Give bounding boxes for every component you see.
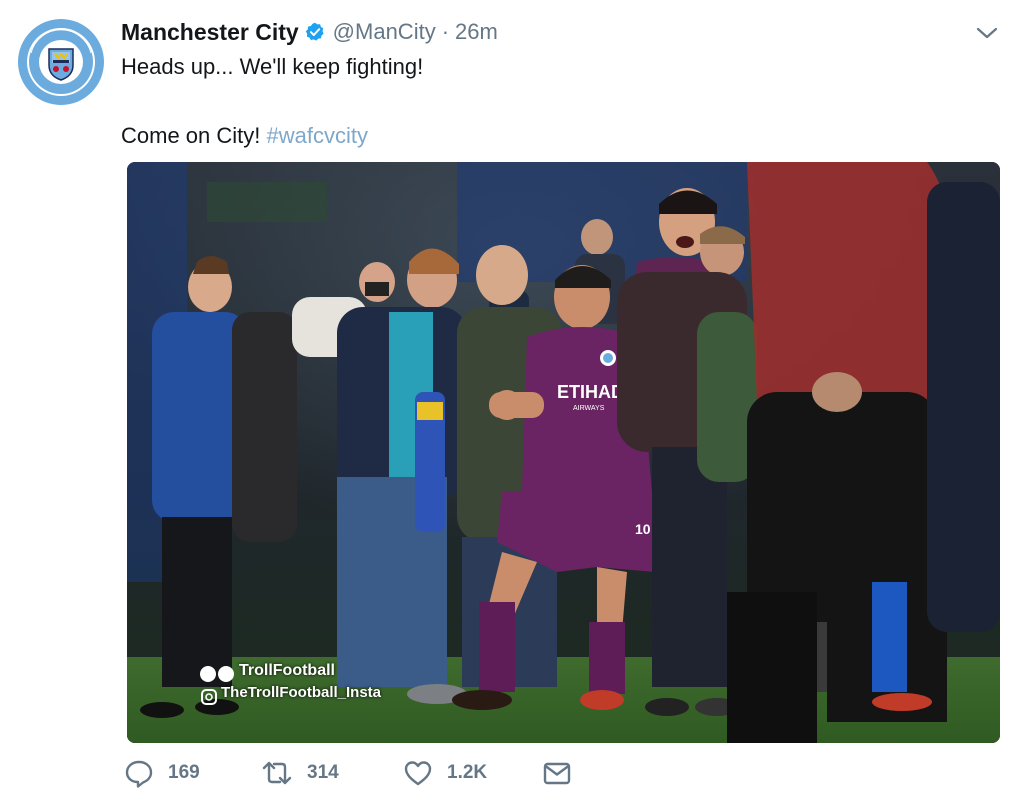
envelope-icon	[543, 762, 571, 785]
tweet-header: Manchester City @ManCity · 26m	[121, 16, 498, 48]
author-handle[interactable]: @ManCity	[333, 19, 436, 45]
retweet-icon	[262, 761, 292, 785]
sponsor-subtext: AIRWAYS	[573, 405, 605, 412]
retweet-count: 314	[307, 762, 339, 783]
watermark-line1: TrollFootball	[239, 662, 335, 679]
shirt-number-text: 10	[635, 521, 651, 537]
tweet-text-line1: Heads up... We'll keep fighting!	[121, 54, 424, 79]
direct-message-button[interactable]	[542, 757, 572, 789]
tweet-text: Come on City!	[121, 123, 267, 148]
heart-icon	[404, 761, 432, 786]
verified-badge-icon	[305, 22, 325, 42]
separator-dot: ·	[441, 19, 450, 44]
reply-count: 169	[168, 762, 200, 783]
tweet-text-line2: Come on City! #wafcvcity	[121, 123, 368, 149]
watermark-line2: TheTrollFootball_Insta	[221, 684, 382, 701]
sponsor-text: ETIHAD	[557, 382, 624, 402]
reply-icon	[125, 760, 153, 788]
retweet-button[interactable]: 314	[261, 757, 339, 789]
like-count: 1.2K	[447, 762, 488, 783]
club-crest-icon	[19, 20, 103, 104]
tweet-photo[interactable]: ETIHAD AIRWAYS 10 TrollFootball TheTroll…	[127, 162, 1000, 743]
match-photo-illustration: ETIHAD AIRWAYS 10	[127, 162, 1000, 743]
like-button[interactable]: 1.2K	[403, 757, 487, 789]
chevron-down-icon[interactable]	[974, 22, 1000, 44]
hashtag-link[interactable]: #wafcvcity	[267, 123, 368, 148]
reply-button[interactable]: 169	[124, 757, 200, 789]
tweet-timestamp[interactable]: 26m	[455, 19, 498, 45]
author-name[interactable]: Manchester City	[121, 19, 299, 46]
avatar[interactable]	[18, 19, 104, 105]
tweet-card: Manchester City @ManCity · 26m Heads up.…	[0, 0, 1024, 809]
